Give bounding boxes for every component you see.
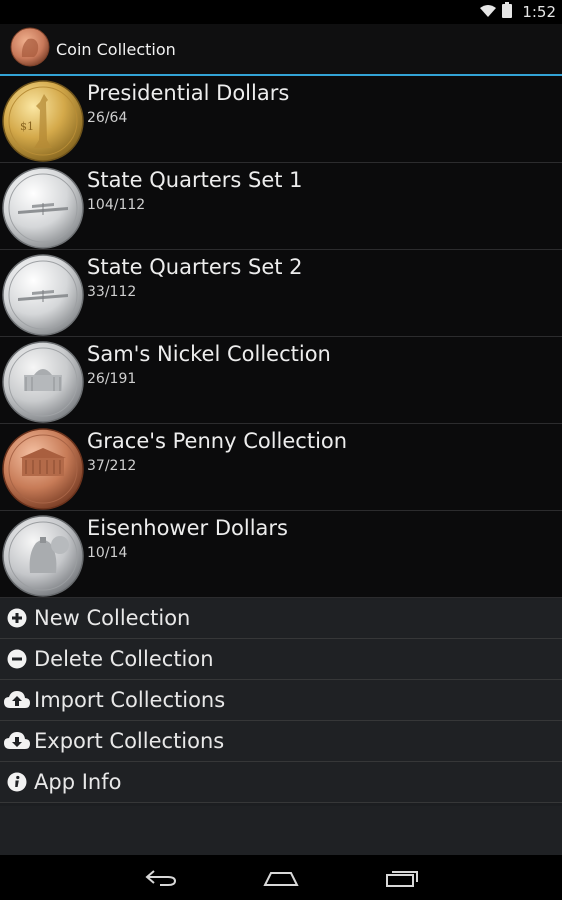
menu-label: Import Collections [34,688,226,712]
nickel-coin-icon [2,341,84,423]
eisenhower-dollar-coin-icon [2,515,84,597]
info-icon [0,772,34,792]
import-collections-button[interactable]: Import Collections [0,680,562,721]
navigation-bar [0,855,562,900]
home-icon[interactable] [256,863,306,893]
status-bar: 1:52 [0,0,562,24]
cloud-download-icon [0,731,34,751]
collection-row[interactable]: Eisenhower Dollars 10/14 [0,511,562,598]
collection-count: 26/64 [87,110,128,126]
collection-row[interactable]: Grace's Penny Collection 37/212 [0,424,562,511]
state-quarter-coin-icon [2,254,84,336]
collection-count: 104/112 [87,197,146,213]
back-icon[interactable] [136,863,186,893]
collection-name: Sam's Nickel Collection [87,342,331,366]
delete-collection-button[interactable]: Delete Collection [0,639,562,680]
menu-label: Delete Collection [34,647,214,671]
action-bar: Coin Collection [0,24,562,76]
collection-name: Presidential Dollars [87,81,290,105]
new-collection-button[interactable]: New Collection [0,598,562,639]
svg-text:$1: $1 [20,120,34,133]
recent-apps-icon[interactable] [377,863,427,893]
collection-row[interactable]: State Quarters Set 1 104/112 [0,163,562,250]
presidential-dollar-coin-icon: $1 [2,80,84,162]
state-quarter-coin-icon [2,167,84,249]
export-collections-button[interactable]: Export Collections [0,721,562,762]
menu-label: Export Collections [34,729,225,753]
collection-count: 26/191 [87,371,137,387]
collection-name: Eisenhower Dollars [87,516,288,540]
collection-row[interactable]: State Quarters Set 2 33/112 [0,250,562,337]
menu-label: App Info [34,770,122,794]
app-title: Coin Collection [56,39,176,59]
battery-icon [502,2,513,22]
wifi-icon [480,3,497,22]
list-background [0,806,562,855]
menu-label: New Collection [34,606,191,630]
collection-name: State Quarters Set 2 [87,255,303,279]
penny-logo-icon[interactable] [10,27,50,71]
collection-count: 33/112 [87,284,137,300]
cloud-upload-icon [0,690,34,710]
minus-circle-icon [0,649,34,669]
collection-count: 10/14 [87,545,128,561]
collection-name: State Quarters Set 1 [87,168,303,192]
collection-list: $1 Presidential Dollars 26/64 State Quar… [0,76,562,803]
penny-coin-icon [2,428,84,510]
collection-row[interactable]: Sam's Nickel Collection 26/191 [0,337,562,424]
collection-count: 37/212 [87,458,137,474]
collection-name: Grace's Penny Collection [87,429,348,453]
collection-row[interactable]: $1 Presidential Dollars 26/64 [0,76,562,163]
status-time: 1:52 [522,3,556,21]
plus-circle-icon [0,608,34,628]
app-info-button[interactable]: App Info [0,762,562,803]
